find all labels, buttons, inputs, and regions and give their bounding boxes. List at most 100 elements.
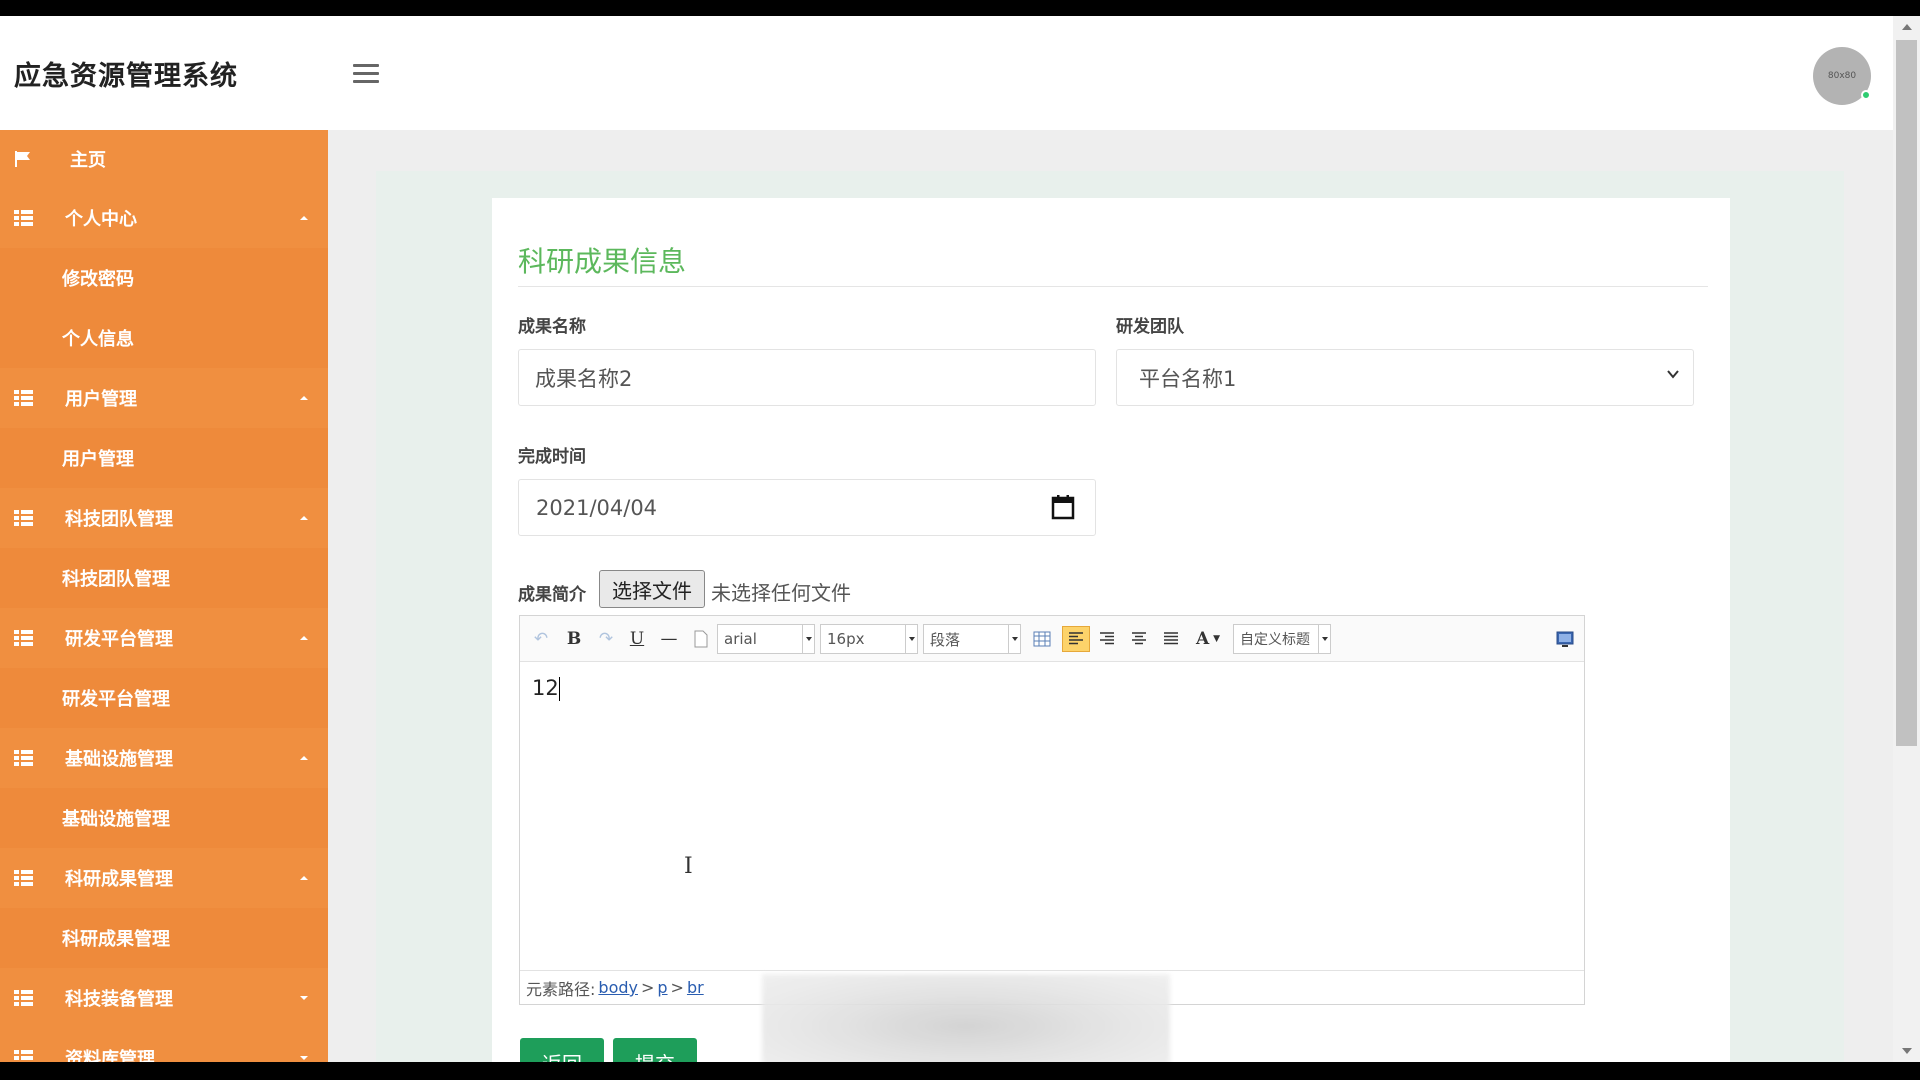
font-size-select[interactable]: 16px (820, 624, 918, 654)
sidebar-group-personal-center[interactable]: 个人中心 (0, 188, 328, 248)
sidebar-group-tech-equipment[interactable]: 科技装备管理 (0, 968, 328, 1028)
sidebar-item-research-results[interactable]: 科研成果管理 (0, 908, 328, 968)
page-scrollbar[interactable] (1893, 16, 1920, 1062)
custom-heading-value: 自定义标题 (1240, 632, 1310, 648)
font-size-value: 16px (827, 630, 865, 648)
caret-down-icon (300, 996, 308, 1000)
sidebar-item-label: 修改密码 (62, 269, 134, 290)
sidebar-group-label: 基础设施管理 (65, 749, 173, 770)
sidebar-group-user-management[interactable]: 用户管理 (0, 368, 328, 428)
menu-toggle-icon[interactable] (353, 64, 379, 86)
list-icon (14, 1050, 33, 1062)
date-value: 2021/04/04 (536, 495, 658, 520)
date-label: 完成时间 (518, 447, 586, 467)
element-path-label: 元素路径: (526, 979, 596, 999)
sidebar-item-label: 科研成果管理 (62, 929, 170, 950)
sidebar: 主页 个人中心 修改密码 个人信息 用户管理 用户管理 科技团队管理 科技团队管… (0, 130, 328, 1062)
path-link-p[interactable]: p (657, 978, 667, 997)
chevron-down-icon (1667, 370, 1679, 379)
paragraph-select[interactable]: 段落 (923, 624, 1021, 654)
caret-up-icon (300, 516, 308, 520)
rich-text-editor: ↶ B ↷ U — arial 16px 段落 A ▼ 自定义标题 12 元素路… (519, 615, 1585, 1005)
blank-page-icon[interactable] (690, 626, 712, 652)
list-icon (14, 630, 33, 646)
caret-up-icon (300, 756, 308, 760)
bold-icon[interactable]: B (563, 626, 585, 652)
caret-up-icon (300, 876, 308, 880)
sidebar-item-personal-info[interactable]: 个人信息 (0, 308, 328, 368)
sidebar-group-tech-team[interactable]: 科技团队管理 (0, 488, 328, 548)
font-family-value: arial (724, 630, 757, 648)
align-left-icon[interactable] (1062, 626, 1090, 652)
title-divider (518, 286, 1708, 287)
align-right-icon[interactable] (1095, 626, 1119, 652)
sidebar-group-document-library[interactable]: 资料库管理 (0, 1028, 328, 1062)
mouse-ibeam-cursor: I (684, 854, 693, 879)
sidebar-item-home[interactable]: 主页 (0, 130, 328, 188)
name-label: 成果名称 (518, 317, 586, 337)
sidebar-item-label: 研发平台管理 (62, 689, 170, 710)
list-icon (14, 990, 33, 1006)
fullscreen-icon[interactable] (1554, 626, 1576, 652)
file-status-text: 未选择任何文件 (711, 581, 851, 605)
undo-icon[interactable]: ↶ (530, 626, 552, 652)
scroll-thumb[interactable] (1896, 40, 1917, 746)
list-icon (14, 390, 33, 406)
sidebar-group-label: 个人中心 (65, 209, 137, 230)
sidebar-item-label: 主页 (70, 150, 106, 171)
sidebar-group-research-results[interactable]: 科研成果管理 (0, 848, 328, 908)
blurred-overlay (762, 974, 1170, 1062)
sidebar-group-label: 科研成果管理 (65, 869, 173, 890)
team-select-value: 平台名称1 (1139, 366, 1237, 391)
horizontal-rule-icon[interactable]: — (658, 626, 680, 652)
caret-up-icon (300, 396, 308, 400)
underline-icon[interactable]: U (626, 626, 648, 652)
choose-file-button[interactable]: 选择文件 (599, 570, 705, 608)
table-icon[interactable] (1030, 626, 1054, 652)
editor-content[interactable]: 12 (532, 676, 560, 701)
app-frame: 应急资源管理系统 80x80 主页 个人中心 修改密码 个人信息 用户管理 用户… (0, 16, 1920, 1062)
custom-heading-select[interactable]: 自定义标题 (1233, 624, 1331, 654)
sidebar-item-infrastructure[interactable]: 基础设施管理 (0, 788, 328, 848)
sidebar-item-tech-team[interactable]: 科技团队管理 (0, 548, 328, 608)
scroll-down-icon[interactable] (1902, 1048, 1912, 1054)
app-title: 应急资源管理系统 (14, 61, 238, 92)
sidebar-item-user-management[interactable]: 用户管理 (0, 428, 328, 488)
team-label: 研发团队 (1116, 317, 1184, 337)
submit-button[interactable]: 提交 (613, 1038, 697, 1062)
scroll-up-icon[interactable] (1902, 24, 1912, 30)
path-link-br[interactable]: br (687, 978, 704, 997)
align-center-icon[interactable] (1127, 626, 1151, 652)
sidebar-group-rd-platform[interactable]: 研发平台管理 (0, 608, 328, 668)
sidebar-item-label: 用户管理 (62, 449, 134, 470)
text-cursor (558, 677, 560, 701)
sidebar-item-label: 科技团队管理 (62, 569, 170, 590)
sidebar-group-label: 科技装备管理 (65, 989, 173, 1010)
sidebar-item-rd-platform[interactable]: 研发平台管理 (0, 668, 328, 728)
caret-up-icon (300, 636, 308, 640)
list-icon (14, 510, 33, 526)
path-link-body[interactable]: body (598, 978, 638, 997)
team-select[interactable]: 平台名称1 (1116, 349, 1694, 406)
sidebar-item-change-password[interactable]: 修改密码 (0, 248, 328, 308)
calendar-icon[interactable] (1051, 494, 1075, 520)
sidebar-group-label: 资料库管理 (65, 1049, 155, 1062)
sidebar-group-infrastructure[interactable]: 基础设施管理 (0, 728, 328, 788)
align-justify-icon[interactable] (1159, 626, 1183, 652)
redo-icon[interactable]: ↷ (595, 626, 617, 652)
paragraph-value: 段落 (930, 630, 961, 649)
name-input[interactable]: 成果名称2 (518, 349, 1096, 406)
sidebar-group-label: 研发平台管理 (65, 629, 173, 650)
page-title: 科研成果信息 (518, 245, 687, 278)
caret-down-icon (300, 1056, 308, 1060)
back-button[interactable]: 返回 (520, 1038, 604, 1062)
date-input[interactable]: 2021/04/04 (518, 479, 1096, 536)
sidebar-group-label: 用户管理 (65, 389, 137, 410)
sidebar-item-label: 个人信息 (62, 329, 134, 350)
caret-up-icon (300, 216, 308, 220)
sidebar-item-label: 基础设施管理 (62, 809, 170, 830)
font-family-select[interactable]: arial (717, 624, 815, 654)
sidebar-group-label: 科技团队管理 (65, 509, 173, 530)
font-color-icon[interactable]: A ▼ (1190, 626, 1226, 652)
intro-label: 成果简介 (518, 585, 586, 605)
